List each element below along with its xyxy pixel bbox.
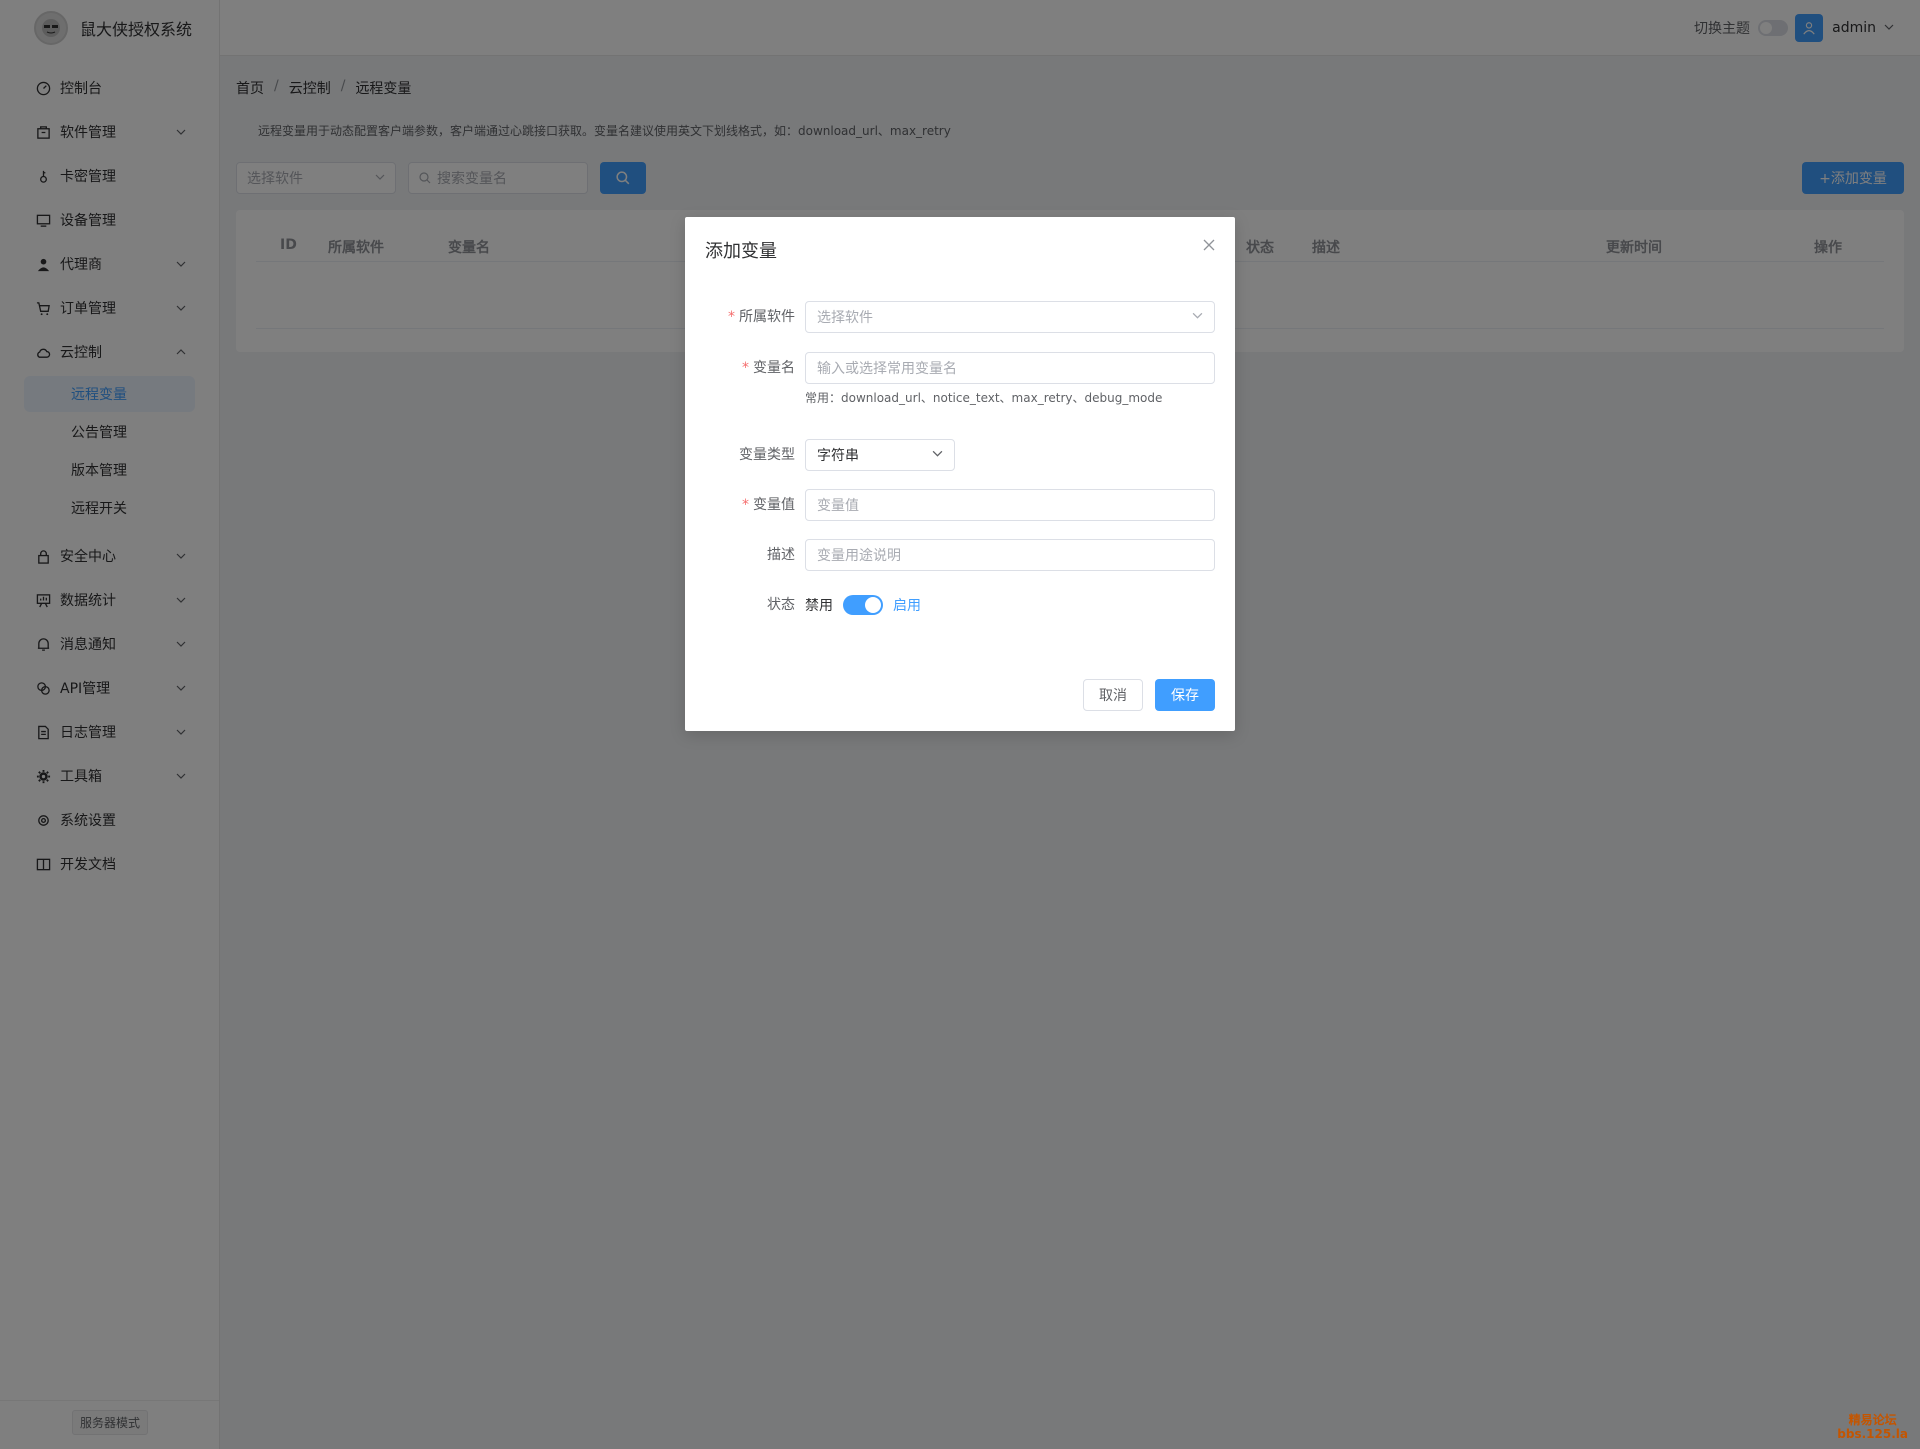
software-label: * 所属软件 — [728, 309, 795, 325]
form-row-value: * 变量值 变量值 — [685, 489, 1235, 521]
value-label: * 变量值 — [742, 497, 795, 513]
add-variable-dialog: 添加变量 * 所属软件 选择软件 * 变量名 输入或选择常用变量名 常用：downl… — [685, 217, 1235, 731]
name-label: * 变量名 — [742, 360, 795, 376]
software-select[interactable]: 选择软件 — [805, 301, 1215, 333]
variable-value-placeholder: 变量值 — [817, 498, 859, 514]
type-label: 变量类型 — [739, 447, 795, 463]
desc-label: 描述 — [767, 547, 795, 563]
form-row-type: 变量类型 字符串 — [685, 439, 1235, 471]
save-button[interactable]: 保存 — [1155, 679, 1215, 711]
variable-name-placeholder: 输入或选择常用变量名 — [817, 361, 957, 377]
required-mark: * — [742, 497, 749, 513]
variable-value-input[interactable]: 变量值 — [805, 489, 1215, 521]
chevron-down-icon — [932, 447, 943, 463]
form-row-name: * 变量名 输入或选择常用变量名 常用：download_url、notice_t… — [685, 352, 1235, 405]
description-input[interactable]: 变量用途说明 — [805, 539, 1215, 571]
description-placeholder: 变量用途说明 — [817, 548, 901, 564]
status-switch-group: 禁用 启用 — [805, 589, 921, 621]
status-on-label: 启用 — [893, 598, 921, 614]
cancel-button[interactable]: 取消 — [1083, 679, 1143, 711]
variable-type-value: 字符串 — [817, 448, 859, 464]
software-select-placeholder: 选择软件 — [817, 310, 873, 326]
form-row-status: 状态 禁用 启用 — [685, 589, 1235, 621]
close-icon[interactable] — [1201, 237, 1217, 253]
variable-name-hint: 常用：download_url、notice_text、max_retry、de… — [805, 391, 1163, 405]
variable-type-select[interactable]: 字符串 — [805, 439, 955, 471]
chevron-down-icon — [1192, 309, 1203, 325]
required-mark: * — [728, 309, 735, 325]
watermark: 精易论坛 bbs.125.la — [1837, 1413, 1908, 1441]
watermark-line1: 精易论坛 — [1848, 1413, 1897, 1427]
variable-name-input[interactable]: 输入或选择常用变量名 — [805, 352, 1215, 384]
watermark-line2: bbs.125.la — [1837, 1427, 1908, 1441]
status-label: 状态 — [767, 597, 795, 613]
form-row-software: * 所属软件 选择软件 — [685, 301, 1235, 333]
form-row-desc: 描述 变量用途说明 — [685, 539, 1235, 571]
status-off-label: 禁用 — [805, 598, 833, 614]
required-mark: * — [742, 360, 749, 376]
dialog-title: 添加变量 — [705, 241, 777, 262]
status-toggle[interactable] — [843, 595, 883, 615]
